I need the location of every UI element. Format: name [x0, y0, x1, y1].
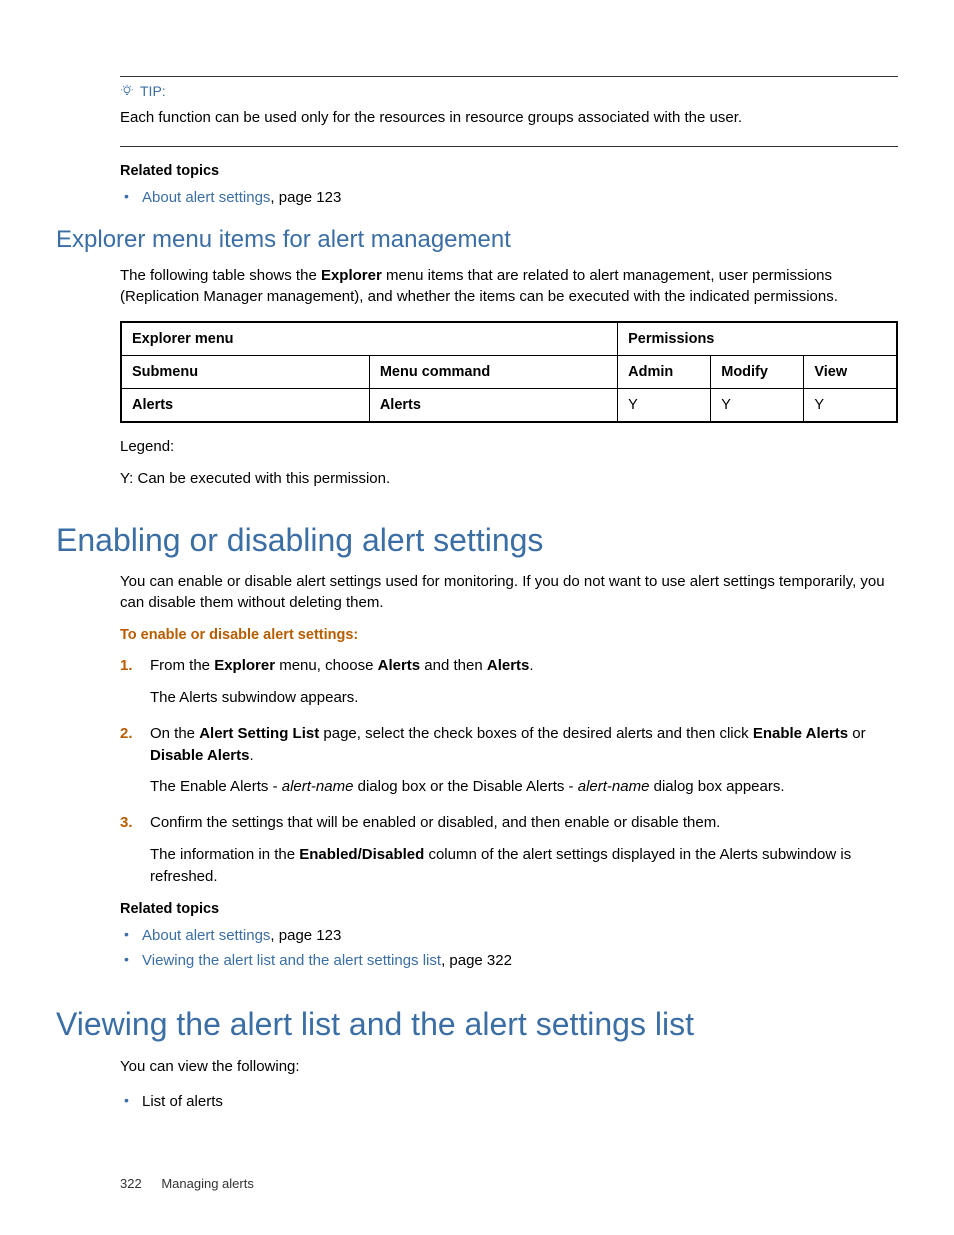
list-item: About alert settings, page 123	[142, 925, 898, 946]
steps-block: To enable or disable alert settings: 1. …	[120, 627, 898, 887]
chapter-title: Managing alerts	[161, 1176, 254, 1191]
permissions-table: Explorer menu Permissions Submenu Menu c…	[120, 321, 898, 423]
section-heading-enable: Enabling or disabling alert settings	[56, 521, 898, 559]
list-item: Viewing the alert list and the alert set…	[142, 950, 898, 971]
body-para: You can view the following:	[120, 1056, 898, 1077]
th-explorer-menu: Explorer menu	[121, 322, 618, 356]
related-link[interactable]: About alert settings	[142, 189, 270, 206]
steps-list: 1. From the Explorer menu, choose Alerts…	[120, 655, 898, 887]
step-number: 1.	[120, 655, 133, 677]
td-modify: Y	[711, 389, 804, 423]
steps-heading: To enable or disable alert settings:	[120, 627, 898, 643]
th-permissions: Permissions	[618, 322, 897, 356]
table-row: Explorer menu Permissions	[121, 322, 897, 356]
related-heading: Related topics	[120, 163, 898, 179]
legend-label: Legend:	[120, 438, 898, 455]
tip-callout: TIP: Each function can be used only for …	[120, 76, 898, 147]
th-modify: Modify	[711, 356, 804, 389]
related-link-rest: , page 123	[270, 189, 341, 206]
th-command: Menu command	[369, 356, 617, 389]
list-item: About alert settings, page 123	[142, 187, 898, 208]
related-link[interactable]: About alert settings	[142, 927, 270, 944]
related-list: About alert settings, page 123	[120, 187, 898, 208]
body-para: You can enable or disable alert settings…	[120, 571, 898, 613]
body-para: The following table shows the Explorer m…	[120, 265, 898, 307]
td-command: Alerts	[369, 389, 617, 423]
step-number: 2.	[120, 723, 133, 745]
th-submenu: Submenu	[121, 356, 369, 389]
related-link[interactable]: Viewing the alert list and the alert set…	[142, 952, 441, 969]
step-sub: The Enable Alerts - alert-name dialog bo…	[150, 776, 898, 798]
th-view: View	[804, 356, 897, 389]
section-heading-explorer: Explorer menu items for alert management	[56, 226, 898, 255]
bullet-list: List of alerts	[120, 1091, 898, 1112]
step-sub: The Alerts subwindow appears.	[150, 687, 898, 709]
td-admin: Y	[618, 389, 711, 423]
list-item: List of alerts	[142, 1091, 898, 1112]
related-link-rest: , page 322	[441, 952, 512, 969]
th-admin: Admin	[618, 356, 711, 389]
step-item: 3. Confirm the settings that will be ena…	[120, 812, 898, 887]
td-submenu: Alerts	[121, 389, 369, 423]
tip-text: Each function can be used only for the r…	[120, 108, 898, 128]
step-number: 3.	[120, 812, 133, 834]
step-text: On the Alert Setting List page, select t…	[150, 725, 866, 764]
step-text: Confirm the settings that will be enable…	[150, 814, 720, 831]
step-item: 2. On the Alert Setting List page, selec…	[120, 723, 898, 798]
step-text: From the Explorer menu, choose Alerts an…	[150, 657, 534, 674]
tip-label: TIP:	[140, 83, 166, 99]
permissions-table-wrap: Explorer menu Permissions Submenu Menu c…	[120, 321, 898, 423]
table-row: Submenu Menu command Admin Modify View	[121, 356, 897, 389]
page-number: 322	[120, 1176, 142, 1191]
page-footer: 322 Managing alerts	[120, 1176, 254, 1191]
step-item: 1. From the Explorer menu, choose Alerts…	[120, 655, 898, 709]
td-view: Y	[804, 389, 897, 423]
list-block: List of alerts	[120, 1091, 898, 1112]
section-heading-viewing: Viewing the alert list and the alert set…	[56, 1005, 898, 1043]
related-topics-block: Related topics About alert settings, pag…	[120, 163, 898, 208]
related-heading: Related topics	[120, 901, 898, 917]
table-row: Alerts Alerts Y Y Y	[121, 389, 897, 423]
related-list: About alert settings, page 123 Viewing t…	[120, 925, 898, 971]
legend-text: Y: Can be executed with this permission.	[120, 470, 898, 487]
related-link-rest: , page 123	[270, 927, 341, 944]
lightbulb-icon	[120, 84, 134, 102]
related-topics-block: Related topics About alert settings, pag…	[120, 901, 898, 971]
step-sub: The information in the Enabled/Disabled …	[150, 844, 898, 888]
document-page: TIP: Each function can be used only for …	[0, 0, 954, 1235]
